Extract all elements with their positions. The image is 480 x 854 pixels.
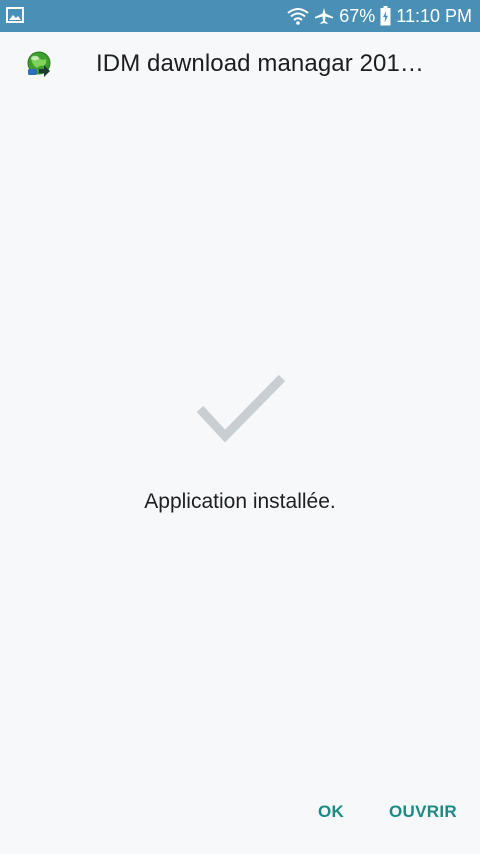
status-bar: 67% 11:10 PM <box>0 0 480 32</box>
idm-globe-download-icon <box>22 49 56 83</box>
status-time: 11:10 PM <box>396 5 472 26</box>
battery-charging-icon <box>380 6 391 26</box>
checkmark-icon <box>195 372 287 444</box>
install-status-message: Application installée. <box>144 490 336 513</box>
airplane-mode-icon <box>314 7 334 25</box>
wifi-icon <box>287 7 309 25</box>
app-header: IDM dawnload managar 201… <box>0 32 480 104</box>
open-button[interactable]: OUVRIR <box>389 796 457 828</box>
app-title: IDM dawnload managar 201… <box>96 50 425 77</box>
gallery-image-icon <box>6 7 24 23</box>
ok-button[interactable]: OK <box>318 796 344 828</box>
battery-percent: 67% <box>339 5 376 26</box>
status-right-cluster: 67% 11:10 PM <box>287 0 472 32</box>
